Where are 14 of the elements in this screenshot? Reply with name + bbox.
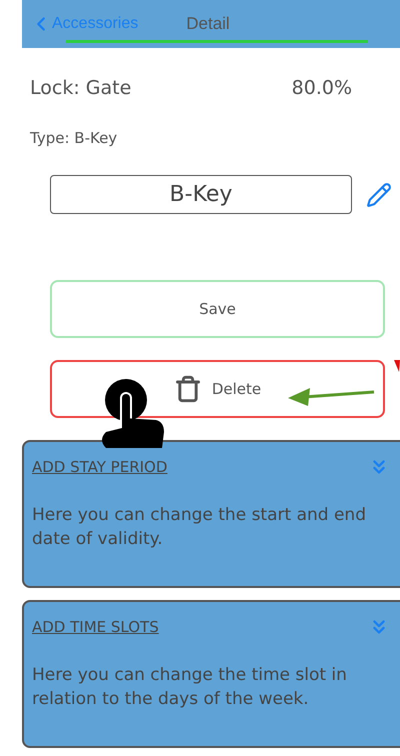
name-field[interactable]: B-Key (50, 175, 352, 214)
section-title[interactable]: ADD TIME SLOTS (32, 616, 159, 638)
edit-icon[interactable] (366, 182, 392, 208)
annotation-tick (394, 360, 400, 372)
section-title[interactable]: ADD STAY PERIOD (32, 456, 168, 478)
section-description: Here you can change the time slot in relation to the days of the week. (32, 664, 348, 710)
type-label: Type: B-Key (30, 128, 118, 148)
delete-button[interactable]: Delete (50, 360, 385, 418)
section-description: Here you can change the start and end date of validity. (32, 504, 367, 550)
save-button[interactable]: Save (50, 280, 385, 338)
lock-label: Lock: Gate (30, 76, 132, 101)
nav-title: Detail (186, 13, 230, 36)
lock-percentage: 80.0% (292, 76, 352, 101)
trash-icon (174, 375, 202, 403)
